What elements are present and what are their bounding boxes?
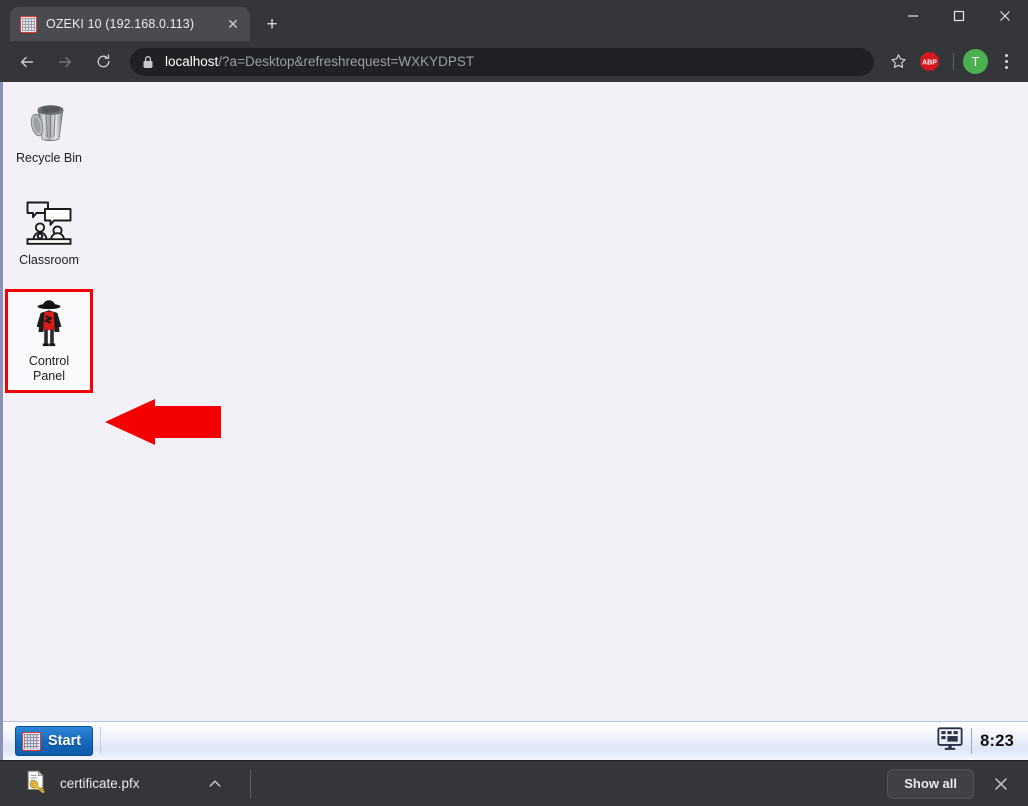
ozeki-taskbar: Start 8:23: [3, 721, 1028, 760]
lock-icon: [142, 55, 156, 69]
forward-arrow-icon[interactable]: [50, 47, 80, 77]
control-panel-label-line2: Panel: [33, 369, 65, 383]
tab-close-icon[interactable]: ✕: [222, 13, 244, 35]
tab-title: OZEKI 10 (192.168.0.113): [46, 17, 195, 31]
desktop-icon-recycle-bin[interactable]: Recycle Bin: [5, 86, 93, 175]
maximize-icon[interactable]: [936, 0, 982, 32]
ozeki-grid-icon: [20, 15, 37, 33]
desktop-icon-label: Classroom: [19, 253, 79, 267]
reload-icon[interactable]: [88, 47, 118, 77]
desktop-icon-control-panel[interactable]: Control Panel: [5, 289, 93, 393]
url-path: /?a=Desktop&refreshrequest=WXKYDPST: [218, 54, 475, 69]
tab-strip: OZEKI 10 (192.168.0.113) ✕ +: [0, 0, 1028, 41]
browser-tab-ozeki[interactable]: OZEKI 10 (192.168.0.113) ✕: [10, 7, 250, 41]
tray-divider: [971, 728, 973, 754]
url-host: localhost: [165, 54, 219, 69]
browser-window: OZEKI 10 (192.168.0.113) ✕ + localhost/?…: [0, 0, 1028, 806]
browser-toolbar: localhost/?a=Desktop&refreshrequest=WXKY…: [0, 41, 1028, 82]
download-shelf: certificate.pfx Show all: [0, 760, 1028, 806]
desktop-icon-label: Recycle Bin: [16, 151, 82, 165]
control-panel-label-line1: Control: [28, 354, 70, 368]
certificate-icon: [24, 769, 48, 798]
ozeki-grid-icon: [22, 731, 41, 751]
shelf-close-icon[interactable]: [986, 769, 1016, 799]
annotation-arrow-icon: [103, 398, 223, 446]
svg-text:ABP: ABP: [922, 60, 937, 67]
monitor-icon[interactable]: [937, 726, 963, 756]
desktop-icon-label: Control Panel: [29, 354, 69, 384]
address-bar[interactable]: localhost/?a=Desktop&refreshrequest=WXKY…: [130, 47, 874, 76]
new-tab-button[interactable]: +: [258, 10, 286, 38]
show-all-button[interactable]: Show all: [887, 768, 974, 799]
toolbar-divider: [953, 53, 954, 70]
minimize-icon[interactable]: [890, 0, 936, 32]
profile-avatar[interactable]: T: [963, 49, 988, 74]
back-arrow-icon[interactable]: [12, 47, 42, 77]
taskbar-clock[interactable]: 8:23: [980, 732, 1014, 751]
star-icon[interactable]: [884, 48, 912, 76]
desktop-icon-classroom[interactable]: Classroom: [5, 188, 93, 277]
abp-extension-icon[interactable]: ABP: [915, 48, 943, 76]
url-text: localhost/?a=Desktop&refreshrequest=WXKY…: [165, 54, 864, 69]
page-viewport: Recycle Bin Classroom Control Panel Star…: [0, 82, 1028, 760]
start-button-label: Start: [48, 733, 82, 749]
start-button[interactable]: Start: [15, 726, 94, 756]
classroom-icon: [23, 197, 75, 249]
control-panel-icon: [23, 298, 75, 350]
kebab-menu-icon[interactable]: [992, 48, 1020, 76]
chevron-up-icon[interactable]: [204, 773, 226, 795]
download-filename: certificate.pfx: [60, 776, 140, 791]
taskbar-divider: [100, 727, 102, 755]
close-icon[interactable]: [982, 0, 1028, 32]
recycle-bin-icon: [23, 95, 75, 147]
shelf-divider: [249, 768, 251, 799]
system-tray: 8:23: [937, 726, 1024, 756]
ozeki-desktop[interactable]: Recycle Bin Classroom Control Panel: [3, 82, 1028, 721]
download-item-certificate[interactable]: certificate.pfx: [10, 767, 236, 801]
window-controls: [890, 0, 1028, 41]
